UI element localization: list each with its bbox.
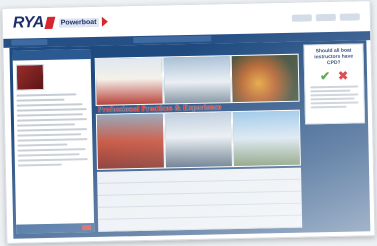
check-icon[interactable]: ✔ bbox=[320, 69, 330, 83]
text-line bbox=[16, 118, 87, 122]
header-tab[interactable] bbox=[315, 13, 336, 22]
text-line bbox=[17, 123, 76, 127]
promo-title: Should all boat instructors have CPD? bbox=[314, 47, 354, 67]
text-line bbox=[17, 148, 86, 152]
instructor-photo bbox=[230, 53, 300, 104]
profile-photo bbox=[15, 64, 45, 91]
text-line bbox=[16, 98, 65, 102]
header-tabs bbox=[291, 13, 360, 22]
dinghy-fleet-photo bbox=[231, 109, 301, 168]
sidebar-footer bbox=[16, 222, 95, 234]
text-line bbox=[16, 93, 77, 97]
cross-icon[interactable]: ✖ bbox=[338, 69, 348, 83]
sidebar-header bbox=[12, 49, 91, 61]
header-tab[interactable] bbox=[291, 14, 312, 22]
text-line bbox=[17, 128, 88, 132]
text-line bbox=[310, 89, 351, 93]
text-line bbox=[17, 138, 88, 142]
text-line bbox=[17, 163, 62, 167]
text-line bbox=[310, 85, 359, 89]
sidebar-text-block bbox=[16, 108, 90, 167]
sidebar-text-block bbox=[16, 93, 88, 107]
sailing-yacht-photo bbox=[94, 56, 164, 106]
patrol-boat-photo bbox=[163, 111, 233, 169]
main-content: Professional Practices & Experience Shou… bbox=[9, 40, 371, 239]
rib-boat-photo bbox=[95, 112, 165, 170]
screenshot-card: RYA Powerboat Professional Practices & E… bbox=[1, 0, 376, 244]
text-line bbox=[17, 158, 88, 162]
text-line bbox=[310, 105, 347, 109]
text-line bbox=[310, 101, 359, 105]
photo-mosaic: Professional Practices & Experience bbox=[94, 53, 301, 170]
nav-item[interactable] bbox=[11, 38, 48, 46]
sidebar-footer-button[interactable] bbox=[82, 225, 92, 231]
motor-cruiser-photo bbox=[162, 55, 232, 105]
logo-arrow-icon bbox=[101, 16, 108, 27]
logo-text: RYA bbox=[12, 14, 44, 32]
text-line bbox=[17, 143, 68, 147]
text-line bbox=[310, 93, 359, 97]
header-tab[interactable] bbox=[339, 13, 360, 21]
promo-panel: Should all boat instructors have CPD? ✔ … bbox=[303, 43, 366, 125]
text-line bbox=[16, 113, 83, 117]
left-sidebar bbox=[12, 49, 95, 234]
logo-flag-icon bbox=[44, 16, 56, 30]
nav-item[interactable] bbox=[133, 35, 212, 44]
section-menu bbox=[97, 167, 303, 232]
text-line bbox=[16, 108, 87, 112]
text-line bbox=[16, 103, 83, 107]
vote-options: ✔ ✖ bbox=[308, 69, 360, 84]
text-line bbox=[17, 133, 82, 137]
rya-logo[interactable]: RYA Powerboat bbox=[13, 12, 108, 34]
text-line bbox=[310, 97, 355, 101]
text-line bbox=[17, 153, 80, 157]
logo-subtext: Powerboat bbox=[58, 17, 99, 28]
